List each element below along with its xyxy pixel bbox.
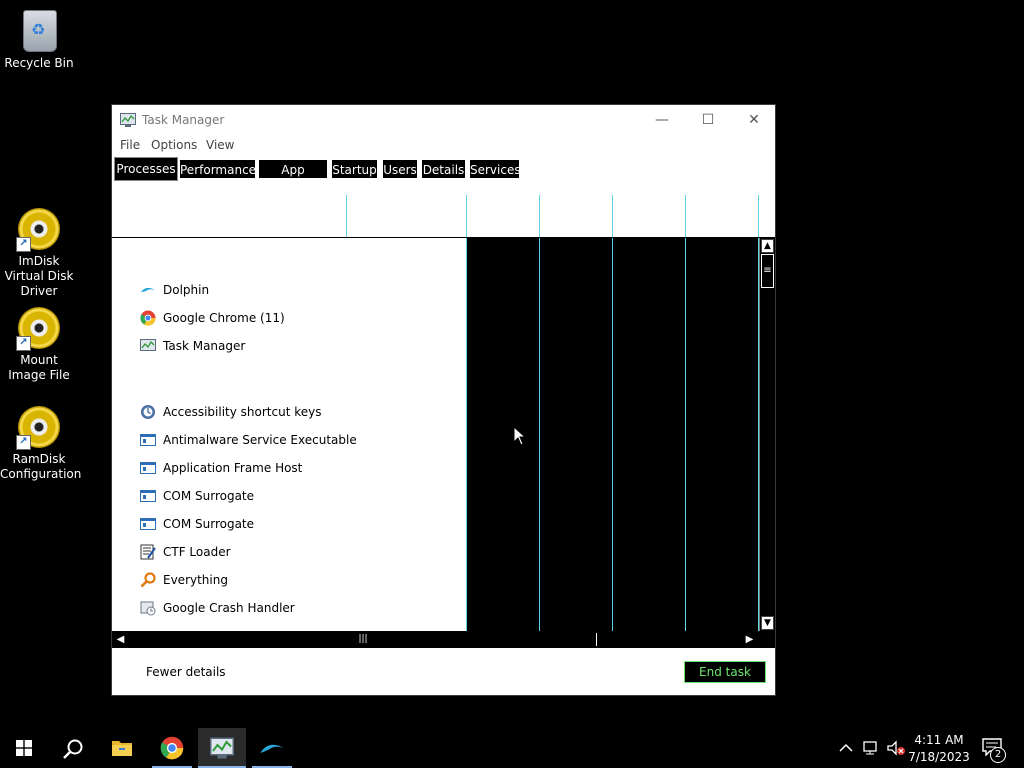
tab-startup[interactable]: Startup [331, 159, 378, 179]
horizontal-scroll-thumb[interactable]: ||| [130, 633, 597, 646]
accessibility-icon [141, 405, 155, 419]
search-icon [63, 739, 83, 759]
shortcut-arrow-icon: ↗ [16, 336, 31, 351]
taskbar-task-manager[interactable] [198, 728, 246, 768]
column-divider [612, 238, 613, 631]
dolphin-icon [141, 287, 155, 292]
tab-users[interactable]: Users [382, 159, 418, 179]
network-tray-button[interactable] [862, 740, 880, 756]
menu-file[interactable]: File [120, 138, 140, 152]
ctf-loader-icon [140, 544, 156, 560]
window-footer: Fewer details End task [112, 655, 775, 695]
tab-services[interactable]: Services [469, 159, 521, 179]
scroll-down-button[interactable]: ▼ [761, 616, 774, 630]
everything-search-icon [140, 572, 156, 588]
tab-performance[interactable]: Performance [179, 159, 256, 179]
window-title: Task Manager [142, 113, 225, 127]
tab-app-history[interactable]: App history [258, 159, 328, 197]
desktop-icon-label: Recycle Bin [4, 56, 74, 70]
menu-bar: File Options View [112, 135, 775, 155]
chrome-icon [160, 736, 184, 760]
notification-count-badge: 2 [990, 747, 1006, 763]
desktop-icon-label: ImDisk Virtual Disk Driver [4, 254, 74, 298]
vertical-scrollbar[interactable]: ▲ ≡ ▼ [759, 238, 775, 631]
clock-time: 4:11 AM [914, 733, 964, 747]
task-manager-window: Task Manager — ☐ ✕ File Options View Pro… [111, 104, 776, 696]
minimize-button[interactable]: — [639, 105, 685, 135]
mouse-cursor-icon [513, 426, 527, 446]
chevron-up-icon [839, 743, 853, 752]
service-window-icon [140, 434, 156, 446]
process-list: Dolphin Google Chrome (11) Task Manager … [112, 238, 466, 631]
menu-options[interactable]: Options [151, 138, 197, 152]
shortcut-arrow-icon: ↗ [16, 237, 31, 252]
show-hidden-icons-button[interactable] [838, 740, 854, 756]
column-divider [685, 238, 686, 631]
desktop-icon-label: Mount Image File [8, 353, 70, 382]
crash-handler-icon [140, 601, 156, 616]
desktop-icon-label: RamDisk Configuration [0, 452, 82, 481]
column-divider[interactable] [539, 195, 540, 237]
fewer-details-link[interactable]: Fewer details [146, 665, 226, 679]
search-button[interactable] [48, 728, 96, 768]
network-icon [863, 741, 877, 755]
scroll-right-button[interactable]: ▶ [741, 631, 758, 648]
service-window-icon [140, 462, 156, 474]
tab-strip: Processes Performance App history Startu… [112, 157, 775, 197]
recycle-bin-icon [23, 10, 57, 52]
action-center-button[interactable]: 2 [982, 738, 1008, 763]
start-icon [16, 740, 32, 756]
desktop-icon-ramdisk[interactable]: ↗ RamDisk Configuration [0, 404, 82, 482]
service-window-icon [140, 490, 156, 502]
taskbar-chrome[interactable] [148, 728, 196, 768]
tab-details[interactable]: Details [421, 159, 466, 179]
process-metrics-pane [466, 238, 759, 631]
start-button[interactable] [0, 728, 48, 768]
tab-processes[interactable]: Processes [114, 157, 178, 181]
service-window-icon [140, 518, 156, 530]
column-divider[interactable] [758, 195, 759, 237]
maximize-button[interactable]: ☐ [685, 105, 731, 135]
horizontal-scrollbar[interactable]: ◀ ||| ▶ [112, 631, 775, 648]
chrome-icon [140, 310, 156, 326]
menu-view[interactable]: View [206, 138, 234, 152]
desktop-icon-imdisk[interactable]: ↗ ImDisk Virtual Disk Driver [0, 206, 78, 299]
column-divider [539, 238, 540, 631]
task-manager-icon [120, 113, 136, 127]
desktop-icon-mount-image[interactable]: ↗ Mount Image File [0, 305, 78, 383]
clock-date: 7/18/2023 [908, 750, 970, 764]
column-divider[interactable] [685, 195, 686, 237]
scroll-up-button[interactable]: ▲ [761, 239, 774, 253]
desktop-icon-recycle-bin[interactable]: Recycle Bin [0, 8, 78, 71]
column-divider[interactable] [466, 195, 467, 237]
column-divider [466, 238, 467, 631]
column-divider[interactable] [346, 195, 347, 237]
scroll-left-button[interactable]: ◀ [112, 631, 129, 648]
file-explorer-icon [112, 741, 132, 756]
dolphin-icon [260, 744, 284, 753]
vertical-scroll-thumb[interactable]: ≡ [761, 254, 774, 288]
column-divider[interactable] [612, 195, 613, 237]
taskbar-file-explorer[interactable] [98, 728, 146, 768]
taskbar: 4:11 AM 7/18/2023 2 [0, 728, 1024, 768]
column-header-row[interactable] [112, 195, 775, 238]
close-button[interactable]: ✕ [731, 105, 777, 135]
shortcut-arrow-icon: ↗ [16, 435, 31, 450]
end-task-button[interactable]: End task [684, 661, 766, 683]
task-manager-icon [140, 339, 156, 351]
taskbar-dolphin[interactable] [248, 728, 296, 768]
clock-button[interactable]: 4:11 AM 7/18/2023 [908, 731, 970, 767]
volume-tray-button[interactable] [886, 740, 906, 756]
title-bar[interactable]: Task Manager — ☐ ✕ [112, 105, 775, 135]
task-manager-icon [210, 737, 234, 759]
volume-muted-icon [887, 740, 905, 756]
